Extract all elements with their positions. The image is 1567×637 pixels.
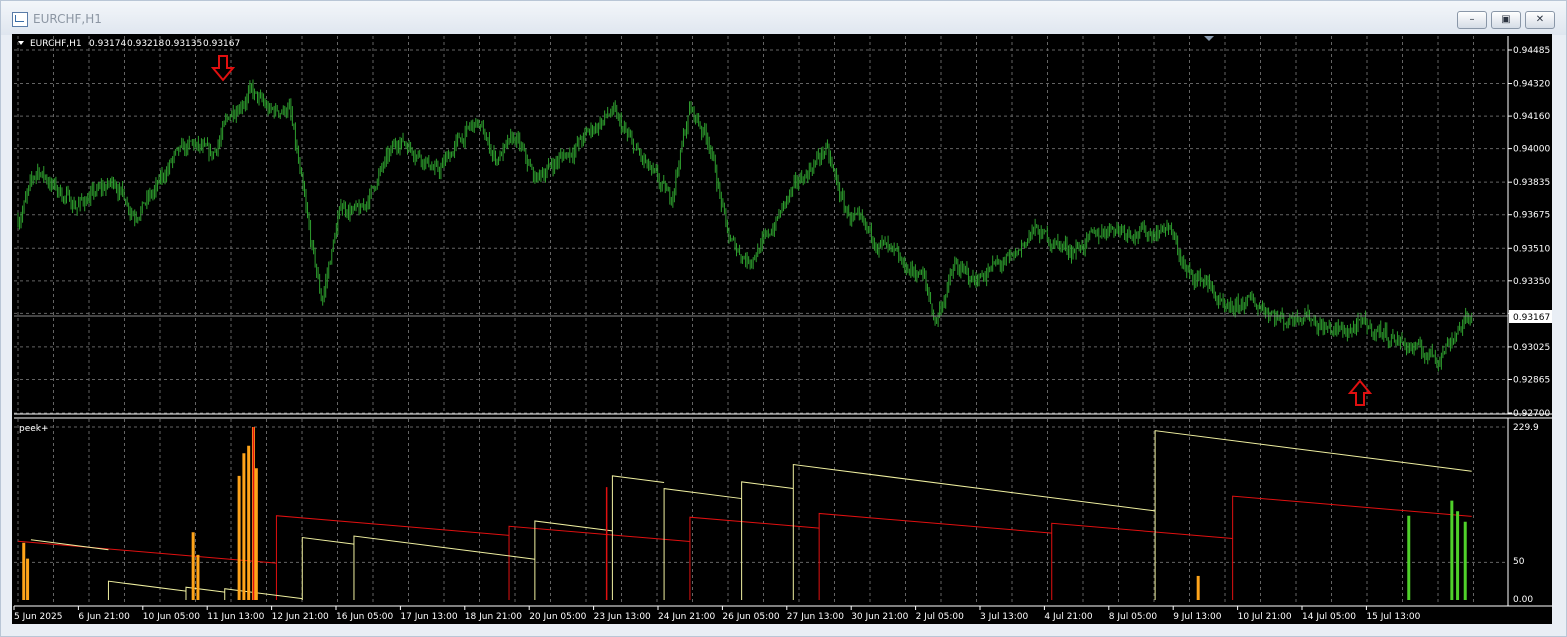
price-tick-label: 0.92865 (1513, 375, 1550, 385)
time-tick-label: 10 Jun 05:00 (143, 612, 200, 622)
time-tick-label: 15 Jul 13:00 (1366, 612, 1420, 622)
price-tick-label: 0.93835 (1513, 178, 1550, 188)
indicator-max-label: 229.9 (1513, 423, 1539, 433)
time-tick-label: 14 Jul 05:00 (1302, 612, 1356, 622)
price-tick-label: 0.93675 (1513, 211, 1550, 221)
time-tick-label: 12 Jun 21:00 (272, 612, 329, 622)
time-tick-label: 24 Jun 21:00 (658, 612, 715, 622)
price-tick-label: 0.93510 (1513, 244, 1550, 254)
indicator-mid-label: 50 (1513, 557, 1525, 567)
time-tick-label: 9 Jul 13:00 (1173, 612, 1222, 622)
price-tick-label: 0.94160 (1513, 112, 1550, 122)
time-tick-label: 16 Jun 05:00 (336, 612, 393, 622)
indicator-title: peek+ (19, 424, 49, 434)
price-tick-label: 0.94000 (1513, 145, 1550, 155)
ohlc-open: 0.93174 (89, 39, 126, 49)
chart-canvas[interactable]: 0.94485 0.94320 0.94160 0.94000 0.93835 0.936… (0, 0, 1567, 637)
time-tick-label: 4 Jul 21:00 (1044, 612, 1093, 622)
price-tick-label: 0.93025 (1513, 343, 1550, 353)
time-tick-label: 10 Jul 21:00 (1238, 612, 1292, 622)
indicator-zero-label: 0.00 (1513, 595, 1533, 605)
ohlc-low: 0.93135 (165, 39, 202, 49)
ohlc-close: 0.93167 (203, 39, 240, 49)
ohlc-high: 0.93218 (127, 39, 164, 49)
price-tick-label: 0.94485 (1513, 46, 1550, 56)
time-tick-label: 26 Jun 05:00 (722, 612, 779, 622)
price-tick-label: 0.93350 (1513, 277, 1550, 287)
time-tick-label: 17 Jun 13:00 (400, 612, 457, 622)
time-tick-label: 11 Jun 13:00 (207, 612, 264, 622)
time-tick-label: 30 Jun 21:00 (851, 612, 908, 622)
price-tick-label: 0.94320 (1513, 80, 1550, 90)
symbol-label: EURCHF,H1 (30, 39, 82, 49)
time-tick-label: 27 Jun 13:00 (787, 612, 844, 622)
time-tick-label: 20 Jun 05:00 (529, 612, 586, 622)
time-tick-label: 8 Jul 05:00 (1109, 612, 1158, 622)
time-tick-label: 3 Jul 13:00 (980, 612, 1029, 622)
time-tick-label: 5 Jun 2025 (14, 612, 62, 622)
time-tick-label: 18 Jun 21:00 (465, 612, 522, 622)
time-tick-label: 23 Jun 13:00 (594, 612, 651, 622)
time-tick-label: 2 Jul 05:00 (916, 612, 965, 622)
time-tick-label: 6 Jun 21:00 (78, 612, 130, 622)
current-price-label: 0.93167 (1513, 313, 1550, 323)
